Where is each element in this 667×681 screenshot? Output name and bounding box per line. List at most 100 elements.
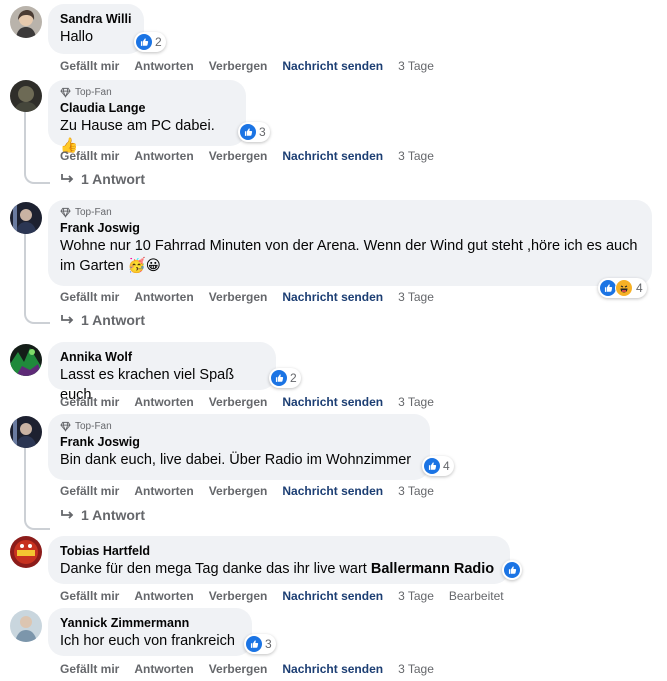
send-message-button[interactable]: Nachricht senden [282,290,383,304]
like-icon [240,124,256,140]
comment-bubble: Yannick Zimmermann Ich hor euch von fran… [48,608,252,656]
edited-label: Bearbeitet [448,589,504,603]
reply-button[interactable]: Antworten [134,149,193,163]
comment-actions: Gefällt mir Antworten Verbergen Nachrich… [60,149,449,163]
timestamp[interactable]: 3 Tage [398,484,434,498]
hide-button[interactable]: Verbergen [209,589,268,603]
top-fan-label: Top-Fan [75,87,112,98]
like-icon [600,280,616,296]
top-fan-badge: Top-Fan [60,87,234,98]
comment-bubble: Top-Fan Frank Joswig Bin dank euch, live… [48,414,430,480]
timestamp[interactable]: 3 Tage [398,149,434,163]
reaction-count: 4 [443,459,450,473]
timestamp[interactable]: 3 Tage [398,59,434,73]
hide-button[interactable]: Verbergen [209,662,268,676]
comment-actions: Gefällt mir Antworten Verbergen Nachrich… [60,662,449,676]
haha-icon [615,279,633,297]
view-replies-button[interactable]: 1 Antwort [61,507,145,523]
comment-bubble: Top-Fan Claudia Lange Zu Hause am PC dab… [48,80,246,154]
send-message-button[interactable]: Nachricht senden [282,589,383,603]
send-message-button[interactable]: Nachricht senden [282,149,383,163]
author-name[interactable]: Sandra Willi [60,11,132,27]
hide-button[interactable]: Verbergen [209,290,268,304]
comment-bubble: Tobias Hartfeld Danke für den mega Tag d… [48,536,510,584]
reaction-count-badge[interactable]: 2 [269,368,301,388]
send-message-button[interactable]: Nachricht senden [282,59,383,73]
avatar[interactable] [10,80,42,112]
comment-actions: Gefällt mir Antworten Verbergen Nachrich… [60,484,449,498]
like-button[interactable]: Gefällt mir [60,290,119,304]
reaction-badge[interactable] [502,560,522,580]
comment-actions: Gefällt mir Antworten Verbergen Nachrich… [60,395,449,409]
comment-bubble: Top-Fan Frank Joswig Wohne nur 10 Fahrra… [48,200,652,286]
reply-button[interactable]: Antworten [134,662,193,676]
view-replies-button[interactable]: 1 Antwort [61,171,145,187]
like-icon [246,636,262,652]
comment-bubble: Sandra Willi Hallo [48,4,144,54]
like-button[interactable]: Gefällt mir [60,662,119,676]
diamond-icon [60,207,71,218]
author-name[interactable]: Frank Joswig [60,220,640,236]
timestamp[interactable]: 3 Tage [398,290,434,304]
author-name[interactable]: Annika Wolf [60,349,264,365]
comment-text: Hallo [60,29,94,45]
like-button[interactable]: Gefällt mir [60,59,119,73]
reply-button[interactable]: Antworten [134,484,193,498]
comment-actions: Gefällt mir Antworten Verbergen Nachrich… [60,59,449,73]
like-icon [424,458,440,474]
send-message-button[interactable]: Nachricht senden [282,484,383,498]
thread-line [24,112,50,184]
timestamp[interactable]: 3 Tage [398,662,434,676]
reaction-count: 3 [265,637,272,651]
author-name[interactable]: Claudia Lange [60,100,234,116]
like-icon [271,370,287,386]
reply-arrow-icon [61,174,74,183]
avatar[interactable] [10,344,42,376]
reply-button[interactable]: Antworten [134,589,193,603]
hide-button[interactable]: Verbergen [209,484,268,498]
like-button[interactable]: Gefällt mir [60,589,119,603]
reply-arrow-icon [61,315,74,324]
replies-count: 1 Antwort [81,312,146,328]
view-replies-button[interactable]: 1 Antwort [61,312,145,328]
replies-count: 1 Antwort [81,171,146,187]
like-button[interactable]: Gefällt mir [60,484,119,498]
send-message-button[interactable]: Nachricht senden [282,662,383,676]
reaction-count-badge[interactable]: 4 [598,278,647,298]
comment-actions: Gefällt mir Antworten Verbergen Nachrich… [60,589,519,603]
reaction-count-badge[interactable]: 2 [134,32,166,52]
avatar[interactable] [10,610,42,642]
avatar[interactable] [10,6,42,38]
top-fan-label: Top-Fan [75,421,112,432]
like-button[interactable]: Gefällt mir [60,149,119,163]
reaction-count: 3 [259,125,266,139]
timestamp[interactable]: 3 Tage [398,589,434,603]
diamond-icon [60,421,71,432]
author-name[interactable]: Yannick Zimmermann [60,615,240,631]
tagged-page-link[interactable]: Ballermann Radio [371,561,494,577]
avatar[interactable] [10,536,42,568]
top-fan-badge: Top-Fan [60,207,640,218]
avatar[interactable] [10,202,42,234]
like-icon [504,562,520,578]
reply-button[interactable]: Antworten [134,290,193,304]
reaction-count-badge[interactable]: 4 [422,456,454,476]
author-name[interactable]: Tobias Hartfeld [60,543,498,559]
thread-line [24,232,50,324]
avatar[interactable] [10,416,42,448]
comment-text: Danke für den mega Tag danke das ihr liv… [60,559,498,579]
hide-button[interactable]: Verbergen [209,59,268,73]
like-button[interactable]: Gefällt mir [60,395,119,409]
reply-button[interactable]: Antworten [134,395,193,409]
diamond-icon [60,87,71,98]
reaction-count-badge[interactable]: 3 [238,122,270,142]
send-message-button[interactable]: Nachricht senden [282,395,383,409]
reaction-count: 2 [290,371,297,385]
comment-actions: Gefällt mir Antworten Verbergen Nachrich… [60,290,449,304]
reaction-count-badge[interactable]: 3 [244,634,276,654]
hide-button[interactable]: Verbergen [209,395,268,409]
timestamp[interactable]: 3 Tage [398,395,434,409]
reply-button[interactable]: Antworten [134,59,193,73]
author-name[interactable]: Frank Joswig [60,434,418,450]
hide-button[interactable]: Verbergen [209,149,268,163]
